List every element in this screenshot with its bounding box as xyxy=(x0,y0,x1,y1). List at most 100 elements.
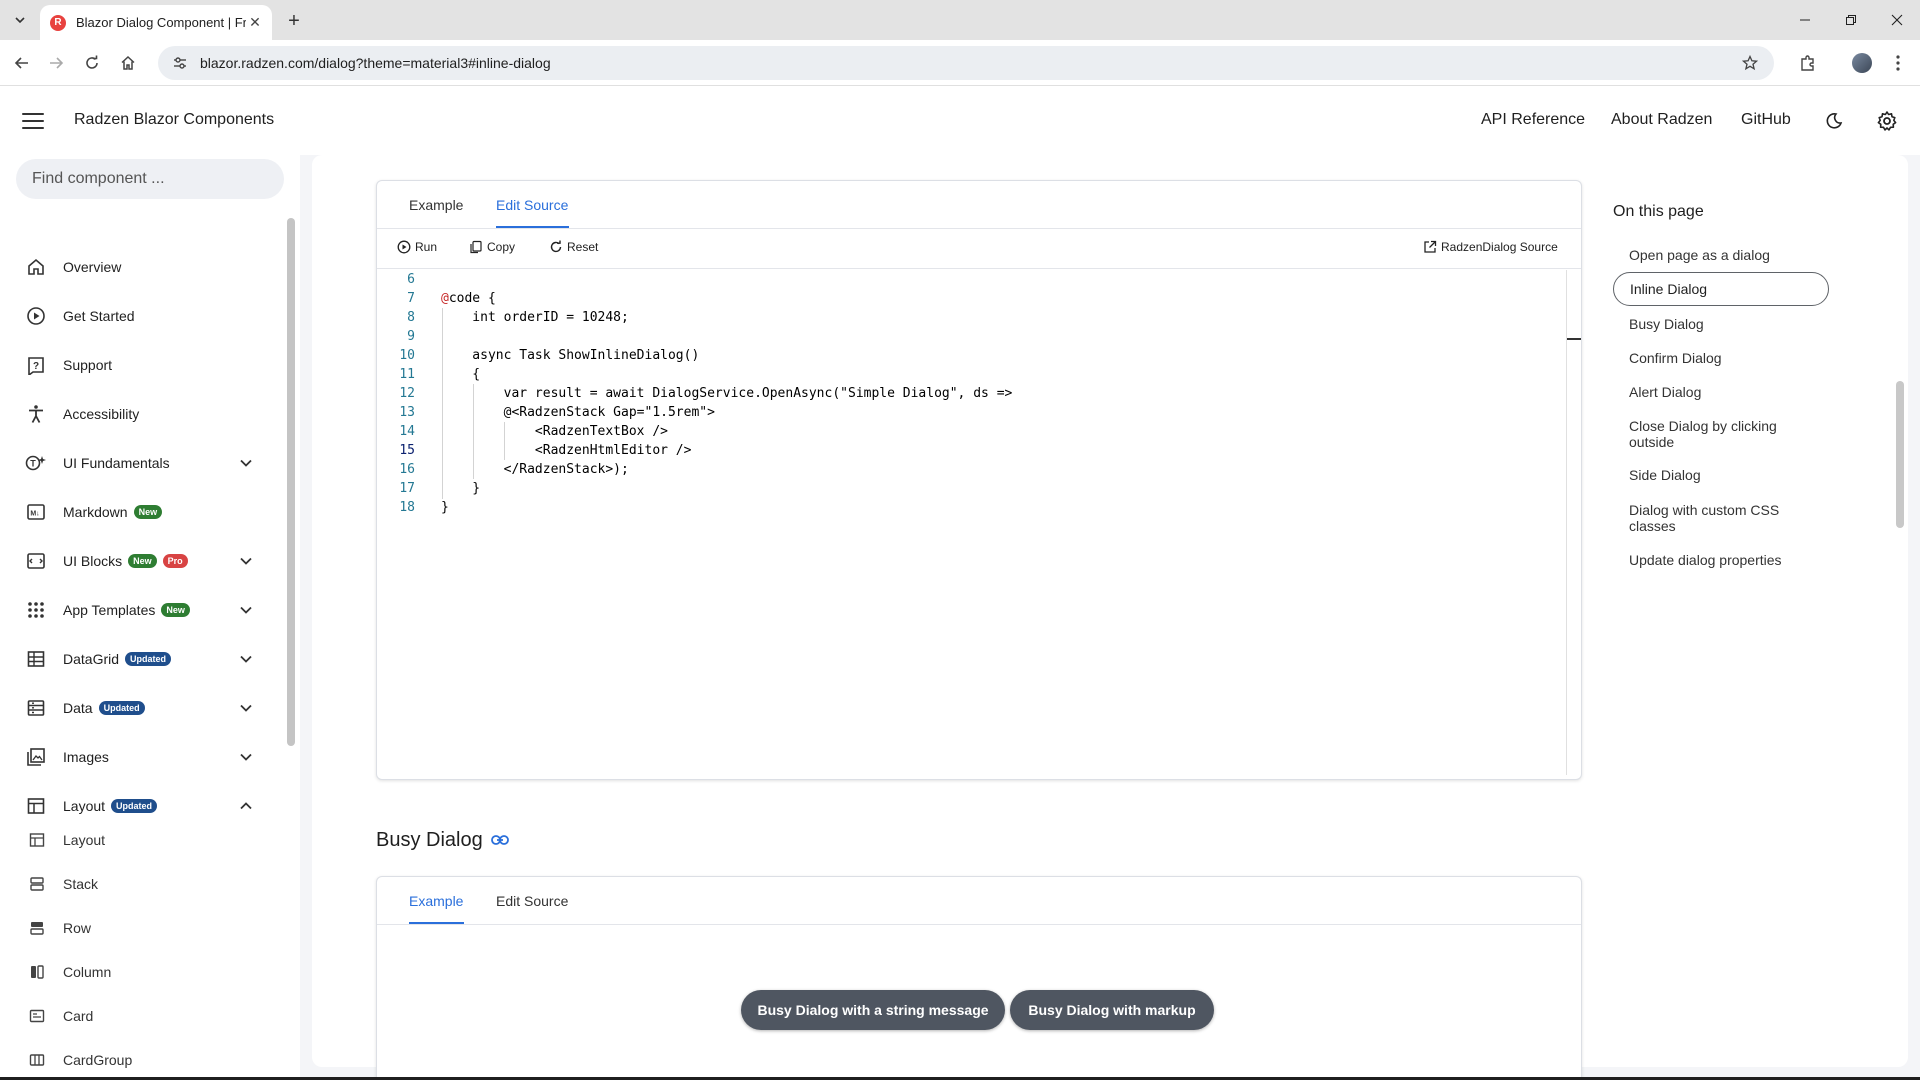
sidebar-item-ui-blocks[interactable]: UI Blocks New Pro xyxy=(0,541,270,581)
extensions-button[interactable] xyxy=(1794,49,1822,77)
busy-dialog-string-button[interactable]: Busy Dialog with a string message xyxy=(741,990,1005,1030)
tab-example[interactable]: Example xyxy=(409,893,463,921)
code-line: 14 <RadzenTextBox /> xyxy=(377,422,1557,441)
sidebar-item-datagrid[interactable]: DataGrid Updated xyxy=(0,639,270,679)
sidebar-item-label-group: Layout Updated xyxy=(63,798,158,814)
card-icon xyxy=(28,1007,46,1025)
browser-tab-active[interactable]: R Blazor Dialog Component | Free ✕ xyxy=(40,5,272,40)
sidebar-item-label: Get Started xyxy=(63,308,135,324)
window-close-button[interactable] xyxy=(1874,0,1920,40)
toc-item-confirm-dialog[interactable]: Confirm Dialog xyxy=(1613,350,1829,366)
tab-edit-source[interactable]: Edit Source xyxy=(496,893,568,921)
run-button[interactable]: Run xyxy=(397,240,437,254)
chevron-down-icon[interactable] xyxy=(236,600,256,620)
code-text: int orderID = 10248; xyxy=(441,310,629,325)
chevron-down-icon[interactable] xyxy=(236,698,256,718)
code-text: var result = await DialogService.OpenAsy… xyxy=(441,386,1013,401)
open-external-icon xyxy=(1423,240,1437,254)
window-restore-button[interactable] xyxy=(1828,0,1874,40)
busy-dialog-markup-button[interactable]: Busy Dialog with markup xyxy=(1010,990,1214,1030)
sidebar-subitem-stack[interactable]: Stack xyxy=(0,866,270,902)
about-radzen-link[interactable]: About Radzen xyxy=(1611,111,1712,129)
avatar-icon xyxy=(1852,53,1872,73)
line-number: 9 xyxy=(407,329,415,344)
reset-button[interactable]: Reset xyxy=(549,240,598,254)
sidebar-item-ui-fundamentals[interactable]: T UI Fundamentals xyxy=(0,443,270,483)
tab-edit-source[interactable]: Edit Source xyxy=(496,197,568,225)
tab-close-icon[interactable]: ✕ xyxy=(246,14,264,32)
editor-cursor-marker xyxy=(1567,338,1581,340)
site-info-icon[interactable] xyxy=(170,53,190,73)
tab-example[interactable]: Example xyxy=(409,197,463,225)
sidebar-item-overview[interactable]: Overview xyxy=(0,247,270,287)
chevron-down-icon[interactable] xyxy=(236,747,256,767)
dark-mode-toggle[interactable] xyxy=(1820,107,1848,135)
sidebar-item-support[interactable]: ? Support xyxy=(0,345,270,385)
sidebar-item-app-templates[interactable]: App Templates New xyxy=(0,590,270,630)
toc-item-inline-dialog[interactable]: Inline Dialog xyxy=(1613,272,1829,306)
sidebar-item-accessibility[interactable]: Accessibility xyxy=(0,394,270,434)
bookmark-star-icon[interactable] xyxy=(1738,51,1762,75)
sidebar-item-label-group: Data Updated xyxy=(63,700,145,716)
menu-toggle-icon[interactable] xyxy=(20,109,46,133)
editor-scroll-ruler xyxy=(1566,270,1567,775)
back-button[interactable] xyxy=(8,49,36,77)
toc-item-side-dialog[interactable]: Side Dialog xyxy=(1613,467,1829,483)
github-link[interactable]: GitHub xyxy=(1741,111,1791,129)
toc-item-close-dialog-outside[interactable]: Close Dialog by clicking outside xyxy=(1613,418,1813,450)
new-badge: New xyxy=(128,554,157,568)
home-button[interactable] xyxy=(114,49,142,77)
chevron-up-icon[interactable] xyxy=(236,796,256,816)
copy-button[interactable]: Copy xyxy=(469,240,515,254)
sidebar-item-markdown[interactable]: M↓ Markdown New xyxy=(0,492,270,532)
code-editor[interactable]: 6 7 @code { 8 int orderID = 10248; 9 10 a… xyxy=(377,270,1566,775)
url-text[interactable]: blazor.radzen.com/dialog?theme=material3… xyxy=(200,55,1738,71)
tune-icon xyxy=(174,57,186,69)
chevron-down-icon xyxy=(15,17,25,24)
toc-item-alert-dialog[interactable]: Alert Dialog xyxy=(1613,384,1829,400)
toc-item-busy-dialog[interactable]: Busy Dialog xyxy=(1613,316,1829,332)
indent-guide xyxy=(442,308,443,499)
chevron-down-icon[interactable] xyxy=(236,551,256,571)
tab-search-dropdown[interactable] xyxy=(8,8,32,32)
new-tab-button[interactable]: + xyxy=(282,9,306,33)
reload-button[interactable] xyxy=(78,49,106,77)
play-circle-icon xyxy=(24,304,48,328)
toc-item-custom-css-classes[interactable]: Dialog with custom CSS classes xyxy=(1613,502,1803,534)
code-text: } xyxy=(441,481,481,496)
page-scrollbar[interactable] xyxy=(1896,381,1904,528)
forward-button[interactable] xyxy=(42,49,70,77)
settings-button[interactable] xyxy=(1873,107,1901,135)
sidebar: Overview Get Started ? Support Accessibi… xyxy=(0,155,300,1080)
sidebar-item-get-started[interactable]: Get Started xyxy=(0,296,270,336)
sidebar-subitem-label: CardGroup xyxy=(63,1052,133,1068)
updated-badge: Updated xyxy=(125,652,172,666)
line-number: 12 xyxy=(399,386,415,401)
radzendialog-source-link[interactable]: RadzenDialog Source xyxy=(1423,240,1558,254)
browser-menu-button[interactable] xyxy=(1884,49,1912,77)
sidebar-subitem-cardgroup[interactable]: CardGroup xyxy=(0,1042,270,1078)
sidebar-scrollbar[interactable] xyxy=(287,218,295,746)
sidebar-subitem-column[interactable]: Column xyxy=(0,954,270,990)
search-input[interactable] xyxy=(16,159,284,199)
link-icon[interactable] xyxy=(490,829,509,852)
sidebar-subitem-label: Card xyxy=(63,1008,94,1024)
address-bar[interactable]: blazor.radzen.com/dialog?theme=material3… xyxy=(158,46,1774,80)
window-minimize-button[interactable] xyxy=(1782,0,1828,40)
sidebar-subitem-layout[interactable]: Layout xyxy=(0,822,270,858)
sidebar-item-data[interactable]: Data Updated xyxy=(0,688,270,728)
chevron-down-icon[interactable] xyxy=(236,453,256,473)
sidebar-subitem-card[interactable]: Card xyxy=(0,998,270,1034)
chevron-down-icon[interactable] xyxy=(236,649,256,669)
api-reference-link[interactable]: API Reference xyxy=(1481,111,1585,129)
sidebar-item-label-group: UI Blocks New Pro xyxy=(63,553,188,569)
sidebar-subitem-label: Layout xyxy=(63,832,106,848)
sidebar-item-layout[interactable]: Layout Updated xyxy=(0,786,270,826)
sidebar-item-label: Data xyxy=(63,700,93,716)
profile-avatar[interactable] xyxy=(1848,49,1876,77)
sidebar-item-images[interactable]: Images xyxy=(0,737,270,777)
toc-item-update-dialog-properties[interactable]: Update dialog properties xyxy=(1613,552,1829,568)
sidebar-subitem-row[interactable]: Row xyxy=(0,910,270,946)
more-vert-icon xyxy=(1896,55,1900,71)
toc-item-open-page-as-dialog[interactable]: Open page as a dialog xyxy=(1613,247,1829,263)
